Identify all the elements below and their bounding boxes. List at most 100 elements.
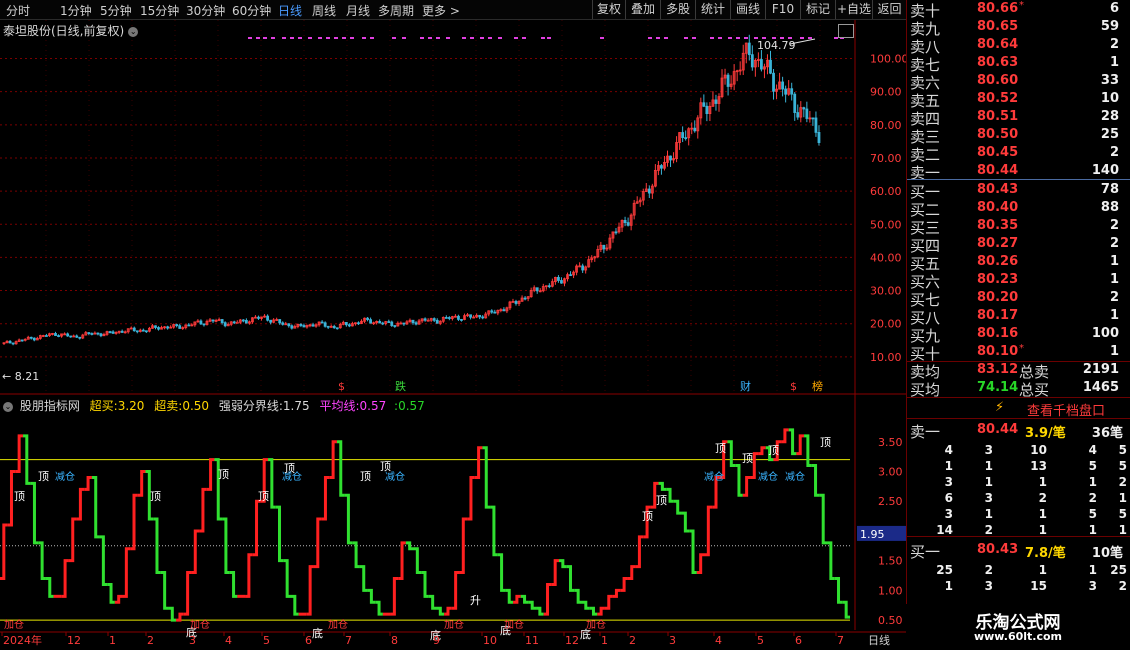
signal-dot — [498, 37, 502, 39]
buy-level-row[interactable]: 买九 80.16 100 — [907, 325, 1130, 345]
indicator-segment — [275, 505, 284, 563]
sell-level-row[interactable]: 卖六 80.60 33 — [907, 72, 1130, 92]
window-toggle-icon[interactable] — [838, 24, 854, 38]
buy-level-row[interactable]: 买七 80.20 2 — [907, 289, 1130, 309]
indicator-name[interactable]: 股朋指标网 — [20, 399, 80, 413]
candle-body — [760, 59, 763, 70]
add-position-label: 加仓 — [504, 618, 524, 631]
price-axis-label: 60.00 — [870, 185, 902, 198]
sell-level-row[interactable]: 卖十 80.66 6 * — [907, 0, 1130, 20]
queue-cell: 1 — [984, 507, 993, 521]
indicator-segment — [30, 481, 39, 545]
indicator-segment — [206, 458, 215, 491]
signal-dot — [290, 37, 294, 39]
thousand-level-button[interactable]: 查看千档盘口 — [1027, 400, 1105, 419]
f10-button[interactable]: F10 — [765, 0, 800, 19]
queue-cell: 3 — [984, 491, 993, 505]
level-volume: 2 — [1109, 290, 1119, 305]
buy-level-row[interactable]: 买三 80.35 2 — [907, 217, 1130, 237]
indicator-menu-icon[interactable]: ⌄ — [3, 401, 13, 412]
lightning-icon: ⚡ — [995, 400, 1005, 415]
signal-dot — [342, 37, 346, 39]
high-price-label: 104.79 — [757, 39, 796, 52]
level-volume: 78 — [1100, 182, 1119, 197]
candle-body — [623, 219, 627, 223]
back-button[interactable]: 返回 — [872, 0, 906, 19]
sell-level-row[interactable]: 卖八 80.64 2 — [907, 36, 1130, 56]
buy-level-row[interactable]: 买十 80.10 1 * — [907, 343, 1130, 363]
average-row: 买均 74.14 总买 1465 — [907, 379, 1130, 399]
restore-rights-button[interactable]: 复权 — [592, 0, 625, 19]
overlay-button[interactable]: 叠加 — [625, 0, 660, 19]
level-price: 80.44 — [977, 163, 1019, 178]
add-watchlist-button[interactable]: +自选 — [835, 0, 872, 19]
candle-body — [323, 322, 327, 327]
sell-level-row[interactable]: 卖七 80.63 1 — [907, 54, 1130, 74]
period-tab-5min[interactable]: 5分钟 — [100, 2, 132, 19]
period-tab-multi[interactable]: 多周期 — [378, 2, 414, 19]
sell-level-row[interactable]: 卖二 80.45 2 — [907, 144, 1130, 164]
period-more-dropdown[interactable]: 更多 > — [422, 2, 460, 19]
draw-line-button[interactable]: 画线 — [730, 0, 765, 19]
sell-level-row[interactable]: 卖九 80.65 59 — [907, 18, 1130, 38]
level-volume: 10 — [1100, 91, 1119, 106]
candle-body — [693, 127, 697, 132]
signal-dot — [282, 37, 286, 39]
multi-stock-button[interactable]: 多股 — [660, 0, 695, 19]
buy-level-row[interactable]: 买一 80.43 78 — [907, 181, 1130, 201]
queue-cell: 3 — [984, 443, 993, 457]
period-tab-monthly[interactable]: 月线 — [346, 2, 370, 19]
chevron-down-icon[interactable]: ⌄ — [128, 26, 139, 37]
candle-body — [235, 321, 239, 324]
oversold-value: 0.50 — [182, 399, 210, 413]
buy-level-row[interactable]: 买六 80.23 1 — [907, 271, 1130, 291]
event-marker: $ — [338, 380, 345, 393]
mark-button[interactable]: 标记 — [800, 0, 835, 19]
candle-body — [784, 88, 788, 95]
sell-level-row[interactable]: 卖四 80.51 28 — [907, 108, 1130, 128]
x-axis-label: 6 — [795, 634, 802, 647]
queue-cell: 2 — [984, 563, 993, 577]
period-tab-weekly[interactable]: 周线 — [312, 2, 336, 19]
chart-canvas[interactable]: 10.00 20.00 30.00 40.00 50.00 60.00 70.00 80.00… — [0, 20, 906, 650]
level-volume: 88 — [1100, 200, 1119, 215]
buy-level-row[interactable]: 买八 80.17 1 — [907, 307, 1130, 327]
period-tab-30min[interactable]: 30分钟 — [186, 2, 225, 19]
indicator-segment — [574, 588, 582, 604]
statistics-button[interactable]: 统计 — [695, 0, 730, 19]
top-signal-label: 顶 — [656, 494, 667, 507]
period-tab-60min[interactable]: 60分钟 — [232, 2, 271, 19]
queue-cell: 5 — [1088, 507, 1097, 521]
x-axis-label: 2 — [629, 634, 636, 647]
candle-body — [220, 319, 224, 324]
indicator-segment — [245, 553, 253, 598]
indicator-segment — [122, 547, 131, 598]
period-tab-timeshare[interactable]: 分时 — [6, 2, 30, 19]
sell-level-row[interactable]: 卖三 80.50 25 — [907, 126, 1130, 146]
period-tab-15min[interactable]: 15分钟 — [140, 2, 179, 19]
buy-level-row[interactable]: 买二 80.40 88 — [907, 199, 1130, 219]
indicator-segment — [604, 594, 613, 610]
candle-body — [326, 325, 330, 328]
candle-body — [344, 322, 348, 326]
level-volume: 2 — [1109, 236, 1119, 251]
buy-level-row[interactable]: 买四 80.27 2 — [907, 235, 1130, 255]
sell-level-row[interactable]: 卖一 80.44 140 — [907, 162, 1130, 182]
signal-dot — [600, 37, 604, 39]
candle-body — [750, 54, 754, 68]
indicator-segment — [474, 446, 483, 479]
flag-mark: * — [1019, 343, 1024, 354]
queue-cell: 15 — [1030, 579, 1047, 593]
level-price: 80.27 — [977, 236, 1019, 251]
candle-body — [460, 319, 463, 321]
signal-dot — [788, 37, 792, 39]
period-tab-1min[interactable]: 1分钟 — [60, 2, 92, 19]
top-signal-label: 顶 — [258, 490, 269, 503]
level-price: 80.35 — [977, 218, 1019, 233]
candle-body — [223, 322, 227, 327]
buy-level-row[interactable]: 买五 80.26 1 — [907, 253, 1130, 273]
sell-level-row[interactable]: 卖五 80.52 10 — [907, 90, 1130, 110]
period-tab-daily[interactable]: 日线 — [278, 2, 302, 19]
level-price: 80.40 — [977, 200, 1019, 215]
candle-body — [626, 222, 630, 226]
